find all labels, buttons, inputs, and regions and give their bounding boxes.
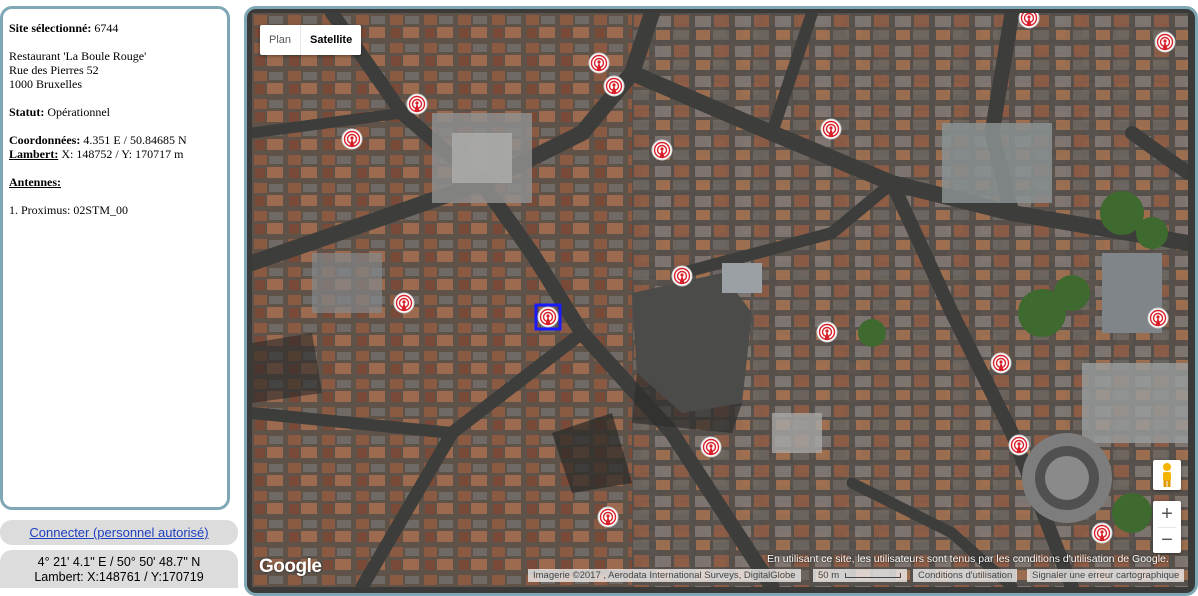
antenna-marker[interactable] (990, 352, 1012, 374)
site-info-panel: Site sélectionné: 6744 Restaurant 'La Bo… (0, 6, 230, 510)
map-container[interactable]: Plan Satellite + − Google En utilisant c… (244, 6, 1198, 596)
map-type-satellite-button[interactable]: Satellite (300, 25, 361, 55)
zoom-control: + − (1153, 501, 1181, 553)
coordinates-label: Coordonnées: (9, 133, 81, 147)
antenna-marker[interactable] (816, 321, 838, 343)
selected-site-label: Site sélectionné: (9, 21, 92, 35)
lambert-label: Lambert: (9, 147, 59, 161)
map-type-control: Plan Satellite (260, 25, 362, 55)
zoom-out-button[interactable]: − (1153, 528, 1181, 553)
antenna-marker[interactable] (341, 128, 363, 150)
satellite-map[interactable] (252, 13, 1188, 587)
site-city: 1000 Bruxelles (9, 77, 82, 91)
pegman-icon (1163, 463, 1171, 487)
cursor-coords-lambert: Lambert: X:148761 / Y:170719 (34, 570, 204, 584)
antenna-marker[interactable] (406, 93, 428, 115)
antenna-marker[interactable] (1008, 434, 1030, 456)
report-error-link[interactable]: Signaler une erreur cartographique (1027, 569, 1185, 582)
antenna-list-item: 1. Proximus: 02STM_00 (9, 203, 129, 217)
scale-bar[interactable]: 50 m (813, 569, 907, 582)
site-name: Restaurant 'La Boule Rouge' (9, 49, 147, 63)
antenna-marker[interactable] (1018, 13, 1040, 29)
site-street: Rue des Pierres 52 (9, 63, 99, 77)
cursor-coordinates-box: 4° 21' 4.1" E / 50° 50' 48.7" N Lambert:… (0, 550, 238, 588)
connect-box: Connecter (personnel autorisé) (0, 520, 238, 545)
zoom-in-button[interactable]: + (1153, 501, 1181, 527)
antenna-marker[interactable] (393, 292, 415, 314)
antenna-marker[interactable] (651, 139, 673, 161)
terms-of-use-message: En utilisant ce site, les utilisateurs s… (767, 553, 1169, 565)
antenna-marker[interactable] (597, 506, 619, 528)
lambert-value: X: 148752 / Y: 170717 m (61, 147, 184, 161)
imagery-attribution: Imagerie ©2017 , Aerodata International … (528, 569, 801, 582)
street-view-control[interactable] (1153, 460, 1181, 490)
antenna-marker[interactable] (1147, 307, 1169, 329)
antenna-marker[interactable] (700, 436, 722, 458)
status-value: Opérationnel (47, 105, 110, 119)
cursor-coords-dms: 4° 21' 4.1" E / 50° 50' 48.7" N (37, 555, 201, 569)
connect-link[interactable]: Connecter (personnel autorisé) (29, 525, 208, 540)
antenna-marker[interactable] (588, 52, 610, 74)
antennas-label: Antennes: (9, 175, 62, 189)
antenna-marker[interactable] (603, 75, 625, 97)
status-label: Statut: (9, 105, 45, 119)
scale-ruler (844, 572, 901, 578)
google-logo: Google (259, 556, 322, 577)
scale-label: 50 m (818, 570, 840, 581)
antenna-marker[interactable] (671, 265, 693, 287)
terms-link[interactable]: Conditions d'utilisation (913, 569, 1018, 582)
coordinates-value: 4.351 E / 50.84685 N (83, 133, 187, 147)
map-type-plan-button[interactable]: Plan (260, 25, 300, 55)
antenna-marker[interactable] (1154, 31, 1176, 53)
selected-site-id: 6744 (94, 21, 119, 35)
antenna-marker[interactable] (820, 118, 842, 140)
selected-antenna-marker[interactable] (537, 306, 559, 328)
antenna-marker[interactable] (1091, 522, 1113, 544)
